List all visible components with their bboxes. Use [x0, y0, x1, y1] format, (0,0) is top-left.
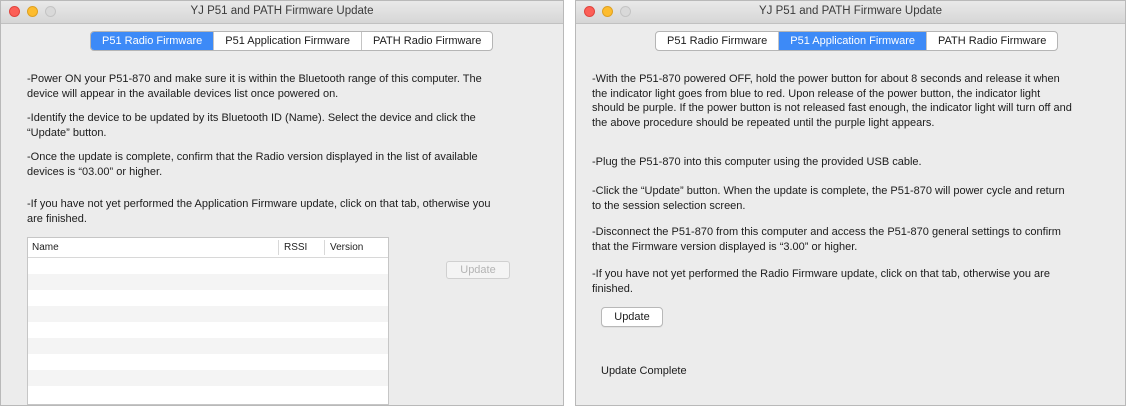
instruction-next-step: -If you have not yet performed the Radio…	[592, 268, 1050, 295]
tab-p51-application-firmware[interactable]: P51 Application Firmware	[214, 32, 362, 50]
table-row	[28, 258, 388, 274]
tab-bar: P51 Radio Firmware P51 Application Firmw…	[655, 31, 1059, 51]
instruction-plug-usb: -Plug the P51-870 into this computer usi…	[592, 156, 922, 168]
table-row	[28, 306, 388, 322]
table-row	[28, 322, 388, 338]
table-header: Name RSSI Version	[28, 238, 388, 258]
left-window: YJ P51 and PATH Firmware Update P51 Radi…	[0, 0, 564, 406]
table-row	[28, 354, 388, 370]
title-bar: YJ P51 and PATH Firmware Update	[576, 1, 1125, 24]
title-bar: YJ P51 and PATH Firmware Update	[1, 1, 563, 24]
instruction-power-on: -Power ON your P51-870 and make sure it …	[27, 73, 482, 100]
column-header-version[interactable]: Version	[330, 242, 363, 253]
table-row	[28, 370, 388, 386]
table-row	[28, 386, 388, 402]
table-row	[28, 274, 388, 290]
instruction-confirm-version: -Once the update is complete, confirm th…	[27, 151, 478, 178]
instruction-identify-device: -Identify the device to be updated by it…	[27, 112, 476, 139]
instruction-click-update: -Click the “Update” button. When the upd…	[592, 185, 1065, 212]
update-status: Update Complete	[601, 365, 687, 377]
window-title: YJ P51 and PATH Firmware Update	[190, 5, 374, 17]
tab-path-radio-firmware[interactable]: PATH Radio Firmware	[362, 32, 492, 50]
column-header-name[interactable]: Name	[32, 242, 59, 253]
instruction-bootloader-mode: -With the P51-870 powered OFF, hold the …	[592, 73, 1072, 129]
update-button[interactable]: Update	[601, 307, 663, 327]
table-row	[28, 290, 388, 306]
column-divider	[324, 240, 325, 255]
instruction-confirm-version: -Disconnect the P51-870 from this comput…	[592, 226, 1061, 253]
tab-p51-application-firmware[interactable]: P51 Application Firmware	[779, 32, 927, 50]
tab-p51-radio-firmware[interactable]: P51 Radio Firmware	[656, 32, 780, 50]
right-window: YJ P51 and PATH Firmware Update P51 Radi…	[575, 0, 1126, 406]
column-header-rssi[interactable]: RSSI	[284, 242, 307, 253]
table-row	[28, 338, 388, 354]
device-list-table[interactable]: Name RSSI Version	[27, 237, 389, 405]
column-divider	[278, 240, 279, 255]
tab-p51-radio-firmware[interactable]: P51 Radio Firmware	[91, 32, 215, 50]
tab-bar: P51 Radio Firmware P51 Application Firmw…	[90, 31, 494, 51]
window-title: YJ P51 and PATH Firmware Update	[758, 5, 942, 17]
tab-path-radio-firmware[interactable]: PATH Radio Firmware	[927, 32, 1057, 50]
update-button[interactable]: Update	[446, 261, 510, 279]
instruction-next-step: -If you have not yet performed the Appli…	[27, 198, 491, 225]
